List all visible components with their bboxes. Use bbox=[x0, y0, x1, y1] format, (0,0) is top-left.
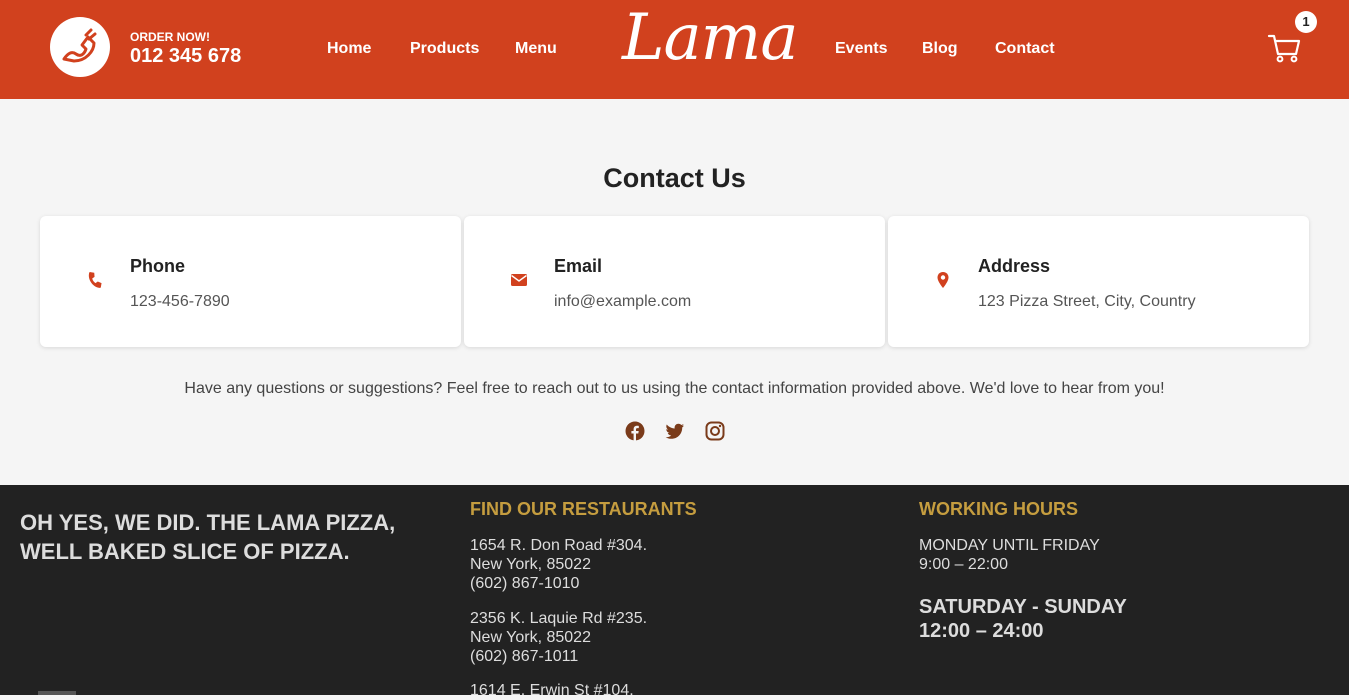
contact-address-value: 123 Pizza Street, City, Country bbox=[978, 293, 1196, 310]
weekend-time: 12:00 – 24:00 bbox=[919, 620, 1044, 642]
order-now-label: ORDER NOW! bbox=[130, 30, 210, 44]
weekday-hours: MONDAY UNTIL FRIDAY 9:00 – 22:00 bbox=[919, 536, 1100, 574]
site-logo[interactable]: Lama bbox=[622, 6, 798, 70]
hours-title: WORKING HOURS bbox=[919, 499, 1078, 519]
nav-products[interactable]: Products bbox=[410, 40, 479, 58]
weekday-time: 9:00 – 22:00 bbox=[919, 556, 1008, 573]
instagram-icon[interactable] bbox=[705, 421, 725, 441]
address-phone: (602) 867-1011 bbox=[470, 648, 579, 665]
nav-menu[interactable]: Menu bbox=[515, 40, 557, 58]
contact-card-address: Address 123 Pizza Street, City, Country bbox=[888, 216, 1309, 347]
contact-card-email: Email info@example.com bbox=[464, 216, 885, 347]
site-header: ORDER NOW! 012 345 678 Home Products Men… bbox=[0, 0, 1349, 99]
address-line: 1654 R. Don Road #304. bbox=[470, 537, 648, 554]
page-title: Contact Us bbox=[603, 163, 746, 193]
cart-icon bbox=[1267, 34, 1301, 63]
weekend-label: SATURDAY - SUNDAY bbox=[919, 596, 1127, 618]
address-phone: (602) 867-1010 bbox=[470, 575, 580, 592]
footer-divider bbox=[38, 691, 76, 695]
contact-card-phone: Phone 123-456-7890 bbox=[40, 216, 461, 347]
nav-contact[interactable]: Contact bbox=[995, 40, 1055, 58]
map-marker-icon bbox=[937, 272, 949, 288]
nav-blog[interactable]: Blog bbox=[922, 40, 958, 58]
restaurant-address: 1654 R. Don Road #304. New York, 85022 (… bbox=[470, 536, 647, 593]
twitter-icon[interactable] bbox=[665, 421, 685, 441]
contact-blurb: Have any questions or suggestions? Feel … bbox=[184, 380, 1165, 397]
site-footer: OH YES, WE DID. THE LAMA PIZZA, WELL BAK… bbox=[0, 485, 1349, 699]
nav-home[interactable]: Home bbox=[327, 40, 371, 58]
order-phone-number[interactable]: 012 345 678 bbox=[130, 45, 241, 68]
address-line: 2356 K. Laquie Rd #235. bbox=[470, 610, 648, 627]
address-line: New York, 85022 bbox=[470, 629, 591, 646]
phone-icon bbox=[62, 28, 97, 63]
restaurant-address: 2356 K. Laquie Rd #235. New York, 85022 … bbox=[470, 609, 647, 666]
weekday-label: MONDAY UNTIL FRIDAY bbox=[919, 537, 1100, 554]
order-phone-button[interactable] bbox=[50, 17, 110, 77]
phone-icon bbox=[88, 272, 102, 288]
contact-phone-value[interactable]: 123-456-7890 bbox=[130, 293, 230, 311]
weekend-hours: SATURDAY - SUNDAY 12:00 – 24:00 bbox=[919, 595, 1127, 643]
restaurants-title: FIND OUR RESTAURANTS bbox=[470, 499, 697, 519]
address-line: New York, 85022 bbox=[470, 556, 591, 573]
restaurant-address: 1614 E. Erwin St #104. bbox=[470, 681, 634, 700]
footer-slogan: OH YES, WE DID. THE LAMA PIZZA, WELL BAK… bbox=[20, 510, 396, 564]
contact-card-title: Phone bbox=[130, 256, 186, 276]
address-line: 1614 E. Erwin St #104. bbox=[470, 682, 634, 699]
contact-email-value[interactable]: info@example.com bbox=[554, 293, 691, 311]
envelope-icon bbox=[511, 274, 527, 286]
cart-count-badge: 1 bbox=[1295, 11, 1317, 33]
contact-card-title: Address bbox=[978, 256, 1051, 276]
nav-events[interactable]: Events bbox=[835, 40, 887, 58]
facebook-icon[interactable] bbox=[625, 421, 645, 441]
contact-card-title: Email bbox=[554, 256, 603, 276]
cart-button[interactable] bbox=[1266, 30, 1302, 66]
